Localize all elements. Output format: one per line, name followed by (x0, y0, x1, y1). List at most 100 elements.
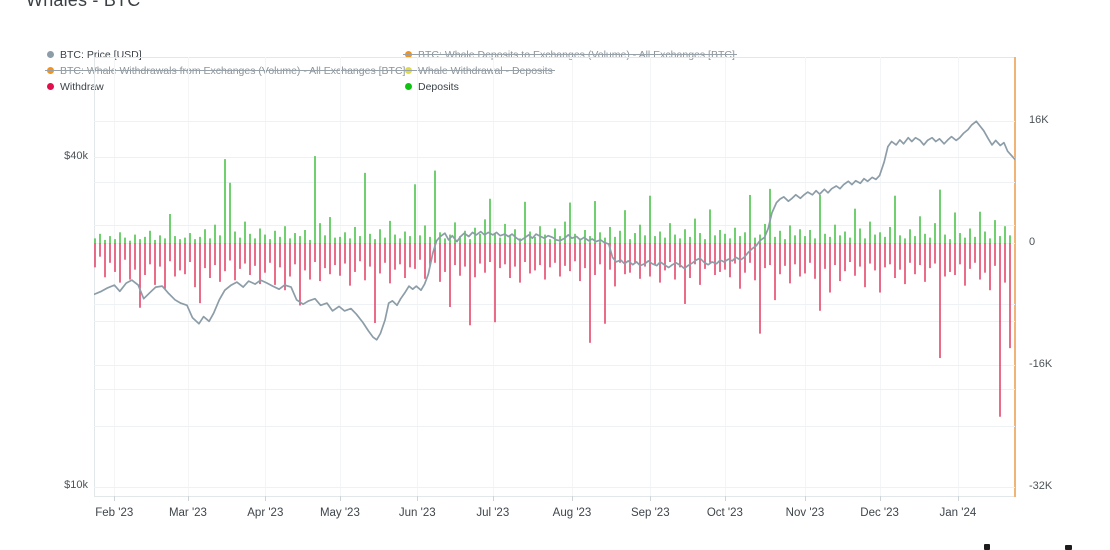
bar (794, 243, 796, 264)
bar (184, 238, 186, 243)
bar (194, 243, 196, 287)
bar (239, 238, 241, 243)
bar (134, 243, 136, 270)
month-tick-label: Apr '23 (247, 507, 283, 519)
bar (334, 238, 336, 243)
bar (364, 243, 366, 280)
bar (299, 243, 301, 305)
bar (599, 232, 601, 243)
bar (934, 223, 936, 243)
bar (584, 230, 586, 243)
bar (889, 227, 891, 243)
bar-series-withdraw (94, 243, 1011, 417)
bar (884, 243, 886, 267)
bar (549, 243, 551, 267)
bar (114, 239, 116, 243)
month-tickmark (725, 496, 726, 501)
plot-area[interactable] (94, 57, 1015, 496)
bar (404, 243, 406, 278)
bar (654, 236, 656, 243)
bar (834, 243, 836, 265)
bar (204, 243, 206, 268)
bar (839, 235, 841, 243)
bar (854, 209, 856, 243)
bar (874, 243, 876, 270)
bar (509, 243, 511, 278)
bar (749, 195, 751, 243)
bar (309, 243, 311, 280)
bar (344, 232, 346, 243)
bar (384, 238, 386, 243)
bar (879, 243, 881, 293)
bar (1009, 235, 1011, 243)
bar (974, 243, 976, 263)
bar (714, 243, 716, 275)
cropped-watermark-fragment (984, 544, 990, 550)
bar (679, 243, 681, 267)
bar (999, 236, 1001, 243)
bar (949, 239, 951, 243)
bar (399, 238, 401, 243)
month-tickmark (114, 496, 115, 501)
month-tickmark (188, 496, 189, 501)
bar (634, 243, 636, 264)
month-tick-label: Jul '23 (476, 507, 509, 519)
bar (789, 243, 791, 283)
bar (919, 243, 921, 265)
bar (924, 234, 926, 243)
bar (399, 243, 401, 264)
bar (329, 217, 331, 243)
bar (819, 243, 821, 311)
bar (304, 243, 306, 270)
month-tickmark (493, 496, 494, 501)
bar (284, 243, 286, 290)
bar (459, 243, 461, 276)
bar (294, 243, 296, 264)
plot-border-bottom (94, 496, 1015, 497)
bar (279, 243, 281, 267)
bar (584, 243, 586, 268)
bar (809, 243, 811, 263)
bar (594, 201, 596, 243)
bar (259, 243, 261, 284)
bar (544, 243, 546, 280)
bar (949, 243, 951, 272)
bar (664, 238, 666, 243)
bar (874, 235, 876, 243)
bar (559, 243, 561, 277)
bar (244, 243, 246, 264)
bar (564, 243, 566, 266)
bar (389, 221, 391, 243)
bar (974, 237, 976, 243)
bar (774, 237, 776, 243)
month-tick-label: Jan '24 (940, 507, 977, 519)
bar (489, 199, 491, 243)
bar (339, 237, 341, 243)
bar (324, 235, 326, 243)
bar (969, 243, 971, 269)
bar (999, 243, 1001, 417)
month-tick-label: Sep '23 (631, 507, 670, 519)
bar (859, 243, 861, 267)
bar (789, 225, 791, 243)
bar (979, 212, 981, 243)
bar (359, 243, 361, 261)
bar (119, 243, 121, 283)
bar (699, 233, 701, 243)
bar (409, 243, 411, 267)
month-tick-label: Mar '23 (169, 507, 207, 519)
bar (784, 243, 786, 266)
bar (984, 243, 986, 273)
bar (929, 238, 931, 243)
bar (239, 243, 241, 269)
bar (589, 243, 591, 343)
bar (114, 243, 116, 272)
bar (529, 243, 531, 273)
bar (994, 243, 996, 266)
bar (554, 228, 556, 242)
bar (849, 238, 851, 243)
bar (139, 243, 141, 308)
bar (334, 243, 336, 265)
bar (674, 235, 676, 243)
bar (234, 232, 236, 243)
